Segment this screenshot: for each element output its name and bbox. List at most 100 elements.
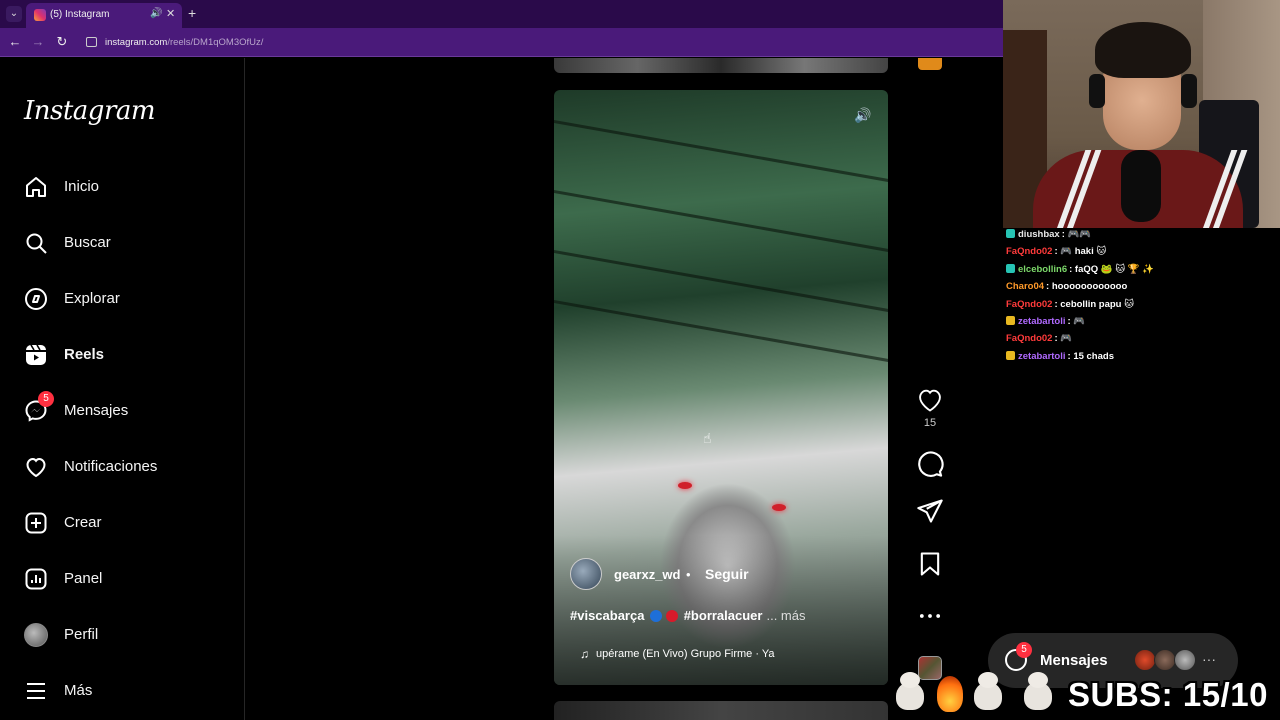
chat-username[interactable]: zetabartoli: [1018, 351, 1066, 362]
plus-square-icon: [25, 512, 47, 534]
cat-sticker-icon: [970, 668, 1006, 712]
reel-audio-title[interactable]: upérame (En Vivo) Grupo Firme · Ya: [596, 648, 775, 660]
search-icon: [26, 233, 47, 254]
next-reel-thumbnail[interactable]: [554, 701, 888, 720]
webcam-detail: [1095, 22, 1191, 78]
sidebar-item-panel[interactable]: Panel: [24, 565, 234, 595]
mouse-cursor-icon: ☝: [703, 430, 712, 446]
reel-video[interactable]: 🔊 gearxz_wd • Seguir #viscabarça #borral…: [554, 90, 888, 685]
stream-chat: diushbax: 🎮🎮 FaQndo02: 🎮 haki 🐱 elcebollin…: [1006, 229, 1276, 368]
forward-arrow-icon[interactable]: →: [30, 34, 46, 49]
chat-username[interactable]: FaQndo02: [1006, 246, 1052, 257]
instagram-favicon-icon: [34, 9, 46, 21]
sidebar-item-buscar[interactable]: Buscar: [24, 229, 234, 259]
tab-instagram[interactable]: (5) Instagram 🔊 ✕: [26, 3, 182, 28]
chart-icon: [25, 568, 47, 590]
speaker-icon[interactable]: 🔊: [150, 8, 162, 19]
follow-button[interactable]: Seguir: [705, 566, 749, 582]
sidebar-item-notificaciones[interactable]: Notificaciones: [24, 453, 234, 483]
reload-icon[interactable]: ↻: [54, 34, 70, 50]
previous-audio-thumbnail[interactable]: [918, 58, 942, 70]
chat-text: : 🎮 haki 🐱: [1054, 246, 1107, 258]
sidebar-item-crear[interactable]: Crear: [24, 509, 234, 539]
chat-username[interactable]: Charo04: [1006, 281, 1044, 292]
cat-head: [978, 672, 998, 688]
headphones-icon: [1089, 74, 1105, 108]
url-host: instagram.com: [105, 37, 168, 48]
volume-icon[interactable]: 🔊: [852, 104, 874, 126]
url-field[interactable]: instagram.com/reels/DM1qOM3OfUz/: [105, 37, 263, 48]
compass-icon: [25, 288, 47, 310]
sidebar-item-label: Notificaciones: [64, 458, 158, 475]
video-detail: [554, 117, 888, 186]
video-detail: [554, 187, 888, 256]
chat-message: Charo04: hoooooooooooo: [1006, 281, 1276, 298]
chat-badge-icon: [1006, 350, 1015, 360]
avatar: [1174, 649, 1196, 671]
tab-title: (5) Instagram: [50, 9, 110, 20]
chat-text: : 🎮: [1054, 333, 1073, 345]
messages-badge: 5: [1016, 642, 1032, 658]
share-icon[interactable]: [916, 497, 944, 525]
chat-message: FaQndo02: 🎮 haki 🐱: [1006, 246, 1276, 263]
more-link[interactable]: ... más: [766, 608, 805, 623]
bookmark-icon[interactable]: [916, 550, 944, 578]
previous-reel-thumbnail[interactable]: [554, 58, 888, 73]
avatar: [24, 623, 48, 647]
chat-username[interactable]: elcebollin6: [1018, 264, 1067, 275]
sidebar-item-label: Reels: [64, 346, 105, 363]
hashtag-link[interactable]: #viscabarça: [570, 608, 644, 623]
avatar: [1154, 649, 1176, 671]
sidebar-item-mensajes[interactable]: 5 Mensajes: [24, 391, 234, 427]
sidebar-item-mas[interactable]: Más: [24, 677, 234, 707]
like-count: 15: [923, 417, 937, 429]
tab-search-button[interactable]: ⌄: [6, 6, 22, 22]
music-note-icon: ♫: [580, 647, 589, 661]
reel-author-avatar[interactable]: [570, 558, 602, 590]
chat-text: : hoooooooooooo: [1046, 281, 1128, 293]
chat-message: elcebollin6: faQQ 🐸 🐱 🏆 ✨: [1006, 263, 1276, 281]
chat-message: FaQndo02: 🎮: [1006, 333, 1276, 350]
site-settings-icon[interactable]: [86, 37, 97, 47]
messages-pill-label: Mensajes: [1040, 652, 1108, 669]
instagram-logo[interactable]: Instagram: [24, 96, 156, 126]
chat-username[interactable]: FaQndo02: [1006, 299, 1052, 310]
sidebar-item-perfil[interactable]: Perfil: [24, 621, 234, 651]
reel-caption: #viscabarça #borralacuer... más: [570, 608, 805, 623]
chat-username[interactable]: zetabartoli: [1018, 316, 1066, 327]
comment-icon[interactable]: [916, 450, 944, 478]
chat-message: zetabartoli: 15 chads: [1006, 350, 1276, 368]
chat-message: zetabartoli: 🎮: [1006, 315, 1276, 333]
separator-dot: •: [686, 567, 691, 582]
more-options-icon[interactable]: ···: [1202, 651, 1216, 667]
back-arrow-icon[interactable]: ←: [7, 34, 23, 49]
close-tab-icon[interactable]: ✕: [166, 7, 175, 20]
subs-counter: SUBS: 15/10: [1068, 676, 1268, 713]
screen: ⌄ (5) Instagram 🔊 ✕ + ← → ↻ instagram.co…: [0, 0, 1280, 720]
sidebar-item-inicio[interactable]: Inicio: [24, 173, 234, 203]
new-tab-icon[interactable]: +: [188, 5, 196, 21]
sidebar-item-explorar[interactable]: Explorar: [24, 285, 234, 315]
sidebar-item-label: Buscar: [64, 234, 111, 251]
sidebar-item-reels[interactable]: Reels: [24, 341, 234, 371]
home-icon: [26, 177, 46, 197]
cat-sticker-icon: [892, 668, 928, 712]
messages-badge: 5: [38, 391, 54, 407]
chat-username[interactable]: FaQndo02: [1006, 333, 1052, 344]
webcam-feed: [1003, 0, 1280, 228]
reel-author-username[interactable]: gearxz_wd: [614, 567, 680, 582]
cat-head: [1028, 672, 1048, 688]
hashtag-link[interactable]: #borralacuer: [684, 608, 763, 623]
like-heart-icon[interactable]: [916, 386, 944, 414]
chat-username[interactable]: diushbax: [1018, 229, 1060, 240]
sidebar-item-label: Panel: [64, 570, 103, 587]
sidebar-item-label: Explorar: [64, 290, 120, 307]
blue-circle-icon: [650, 610, 663, 622]
heart-icon: [26, 457, 46, 478]
red-circle-icon: [666, 610, 679, 622]
sidebar-item-label: Perfil: [64, 626, 99, 643]
microphone-icon: [1121, 150, 1161, 222]
video-detail: [772, 504, 786, 511]
instagram-sidebar: Instagram Inicio Buscar Explorar Reels 5…: [0, 58, 245, 720]
more-options-icon[interactable]: [916, 602, 944, 630]
